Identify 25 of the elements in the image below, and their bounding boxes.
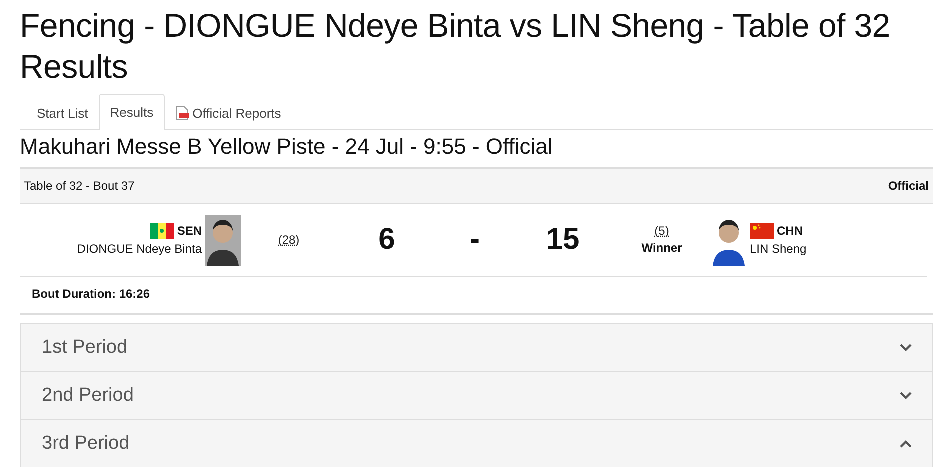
score: 15: [545, 223, 581, 257]
result-label: Winner: [642, 240, 682, 257]
bout-status: Official: [888, 179, 929, 193]
document-icon: [176, 106, 189, 120]
athlete-avatar: [205, 214, 241, 266]
seed-rank: (28): [278, 232, 300, 248]
athlete-name: DIONGUE Ndeye Binta: [77, 241, 202, 258]
tab[interactable]: Results: [99, 94, 165, 130]
period-header[interactable]: 2nd Period: [21, 372, 932, 420]
seed-rank: (5): [654, 223, 670, 240]
period-header[interactable]: 1st Period: [21, 324, 932, 372]
country-code: CHN: [777, 223, 803, 240]
flag-icon: [150, 223, 174, 239]
tab[interactable]: Start List: [26, 95, 100, 130]
page-title: Fencing - DIONGUE Ndeye Binta vs LIN Sheng - Table of 32 Results: [20, 6, 892, 87]
flag-icon: [750, 223, 774, 239]
country-code: SEN: [177, 223, 202, 240]
tab[interactable]: Official Reports: [164, 95, 292, 130]
period-header[interactable]: 3rd Period: [21, 420, 932, 467]
athlete-name: LIN Sheng: [750, 241, 807, 258]
venue-heading: Makuhari Messe B Yellow Piste - 24 Jul - 9:55 - Official: [20, 133, 554, 161]
bout-label: Table of 32 - Bout 37: [24, 179, 135, 193]
bout-duration: Bout Duration: 16:26: [31, 286, 152, 303]
score: -: [469, 223, 481, 257]
score: 6: [378, 223, 396, 257]
